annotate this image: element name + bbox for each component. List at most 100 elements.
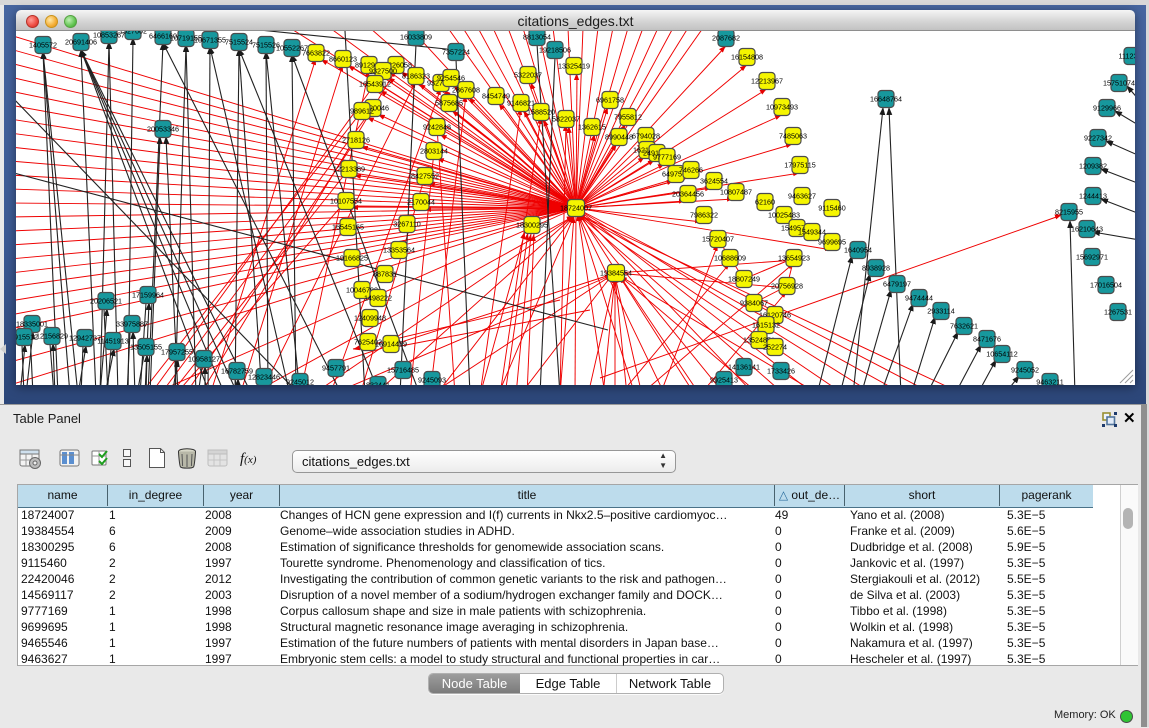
- svg-text:5822037: 5822037: [552, 114, 580, 123]
- svg-text:18300295: 18300295: [516, 220, 548, 229]
- svg-text:9245093: 9245093: [418, 375, 446, 384]
- svg-text:7485063: 7485063: [779, 131, 807, 140]
- svg-text:3915512: 3915512: [16, 332, 38, 341]
- svg-text:1527602: 1527602: [119, 31, 147, 35]
- svg-text:12213389: 12213389: [333, 164, 365, 173]
- svg-text:17159964: 17159964: [132, 290, 164, 299]
- svg-text:10107554: 10107554: [330, 196, 362, 205]
- svg-text:12156829: 12156829: [36, 331, 68, 340]
- svg-text:10973493: 10973493: [766, 102, 798, 111]
- svg-text:15692971: 15692971: [1076, 252, 1108, 261]
- svg-text:2718126: 2718126: [342, 135, 370, 144]
- svg-text:5322037: 5322037: [514, 70, 542, 79]
- svg-text:15720407: 15720407: [702, 234, 734, 243]
- svg-text:832441: 832441: [366, 380, 390, 385]
- svg-text:1112384: 1112384: [1119, 51, 1135, 60]
- svg-text:2867608: 2867608: [452, 85, 480, 94]
- svg-text:13505155: 13505155: [130, 342, 162, 351]
- svg-text:7515524: 7515524: [225, 37, 253, 46]
- svg-text:8660123: 8660123: [329, 54, 357, 63]
- svg-text:9699695: 9699695: [818, 237, 846, 246]
- svg-text:1640954: 1640954: [844, 245, 872, 254]
- svg-text:13353564: 13353564: [383, 245, 415, 254]
- svg-text:8938928: 8938928: [862, 263, 890, 272]
- svg-text:1733426: 1733426: [767, 366, 795, 375]
- svg-text:62160: 62160: [755, 197, 775, 206]
- svg-text:19384554: 19384554: [600, 268, 632, 277]
- svg-text:7955812: 7955812: [614, 112, 642, 121]
- svg-text:10958127: 10958127: [188, 354, 220, 363]
- svg-text:f(x): f(x): [240, 451, 257, 467]
- svg-text:5875685: 5875685: [435, 98, 463, 107]
- svg-text:20206521: 20206521: [90, 296, 122, 305]
- svg-text:10671355: 10671355: [194, 35, 226, 44]
- svg-text:1549344: 1549344: [798, 227, 826, 236]
- svg-text:17016504: 17016504: [1090, 280, 1122, 289]
- svg-text:9245052: 9245052: [1011, 365, 1039, 374]
- svg-text:7663822: 7663822: [302, 48, 330, 57]
- svg-text:1362615: 1362615: [578, 122, 606, 131]
- svg-text:15716485: 15716485: [387, 365, 419, 374]
- svg-text:7986322: 7986322: [690, 210, 718, 219]
- svg-text:9129966: 9129966: [1093, 103, 1121, 112]
- svg-text:887831: 887831: [373, 269, 397, 278]
- svg-text:16033809: 16033809: [400, 32, 432, 41]
- svg-text:9457791: 9457791: [322, 363, 350, 372]
- svg-text:20756928: 20756928: [771, 281, 803, 290]
- svg-text:3624554: 3624554: [700, 176, 728, 185]
- svg-text:16210643: 16210643: [1071, 224, 1103, 233]
- svg-text:8454749: 8454749: [482, 91, 510, 100]
- svg-text:12409948: 12409948: [354, 313, 386, 322]
- svg-text:12823446: 12823446: [248, 372, 280, 381]
- svg-text:9463211: 9463211: [1036, 377, 1063, 385]
- svg-text:11451913: 11451913: [97, 336, 128, 345]
- svg-text:16545165: 16545165: [332, 222, 364, 231]
- svg-text:18335001: 18335001: [16, 319, 48, 328]
- svg-text:18807249: 18807249: [728, 274, 760, 283]
- svg-text:9384067: 9384067: [740, 298, 768, 307]
- svg-text:2170044: 2170044: [407, 197, 435, 206]
- svg-text:9245012: 9245012: [286, 377, 314, 385]
- svg-text:1209382: 1209382: [1079, 161, 1107, 170]
- svg-text:1615132: 1615132: [752, 320, 780, 329]
- svg-text:8186323: 8186323: [402, 71, 430, 80]
- svg-text:10654112: 10654112: [986, 349, 1017, 358]
- svg-text:1244413: 1244413: [1079, 191, 1107, 200]
- svg-text:9777169: 9777169: [653, 152, 681, 161]
- svg-text:20053346: 20053346: [147, 124, 179, 133]
- svg-text:1405572: 1405572: [29, 40, 57, 49]
- svg-text:19166825: 19166825: [336, 253, 368, 262]
- svg-text:2087682: 2087682: [712, 33, 740, 42]
- svg-text:10688609: 10688609: [714, 253, 746, 262]
- svg-text:10807487: 10807487: [720, 187, 752, 196]
- svg-text:8471676: 8471676: [973, 334, 1001, 343]
- svg-text:19218506: 19218506: [539, 45, 571, 54]
- svg-text:33975887: 33975887: [116, 319, 148, 328]
- svg-text:746266: 746266: [679, 165, 703, 174]
- svg-text:989612: 989612: [350, 106, 374, 115]
- svg-text:1588520: 1588520: [527, 107, 555, 116]
- svg-text:9227342: 9227342: [1084, 133, 1112, 142]
- svg-text:12213967: 12213967: [751, 76, 783, 85]
- svg-text:2803144: 2803144: [420, 146, 448, 155]
- svg-text:9146821: 9146821: [507, 98, 535, 107]
- svg-text:7357224: 7357224: [442, 47, 470, 56]
- svg-text:16154808: 16154808: [731, 52, 763, 61]
- svg-text:16543912: 16543912: [359, 79, 391, 88]
- svg-text:14136141: 14136141: [728, 362, 760, 371]
- svg-text:3267110: 3267110: [393, 219, 420, 228]
- svg-text:16914479: 16914479: [375, 339, 407, 348]
- svg-text:6794028: 6794028: [632, 131, 660, 140]
- svg-text:13325419: 13325419: [558, 61, 590, 70]
- svg-text:10025483: 10025483: [768, 210, 800, 219]
- svg-text:9242848: 9242848: [423, 122, 451, 131]
- svg-text:13654923: 13654923: [778, 253, 810, 262]
- svg-text:1267531: 1267531: [1104, 307, 1132, 316]
- svg-text:9463627: 9463627: [788, 191, 816, 200]
- svg-text:15751074: 15751074: [1103, 78, 1135, 87]
- svg-text:12942737: 12942737: [69, 333, 101, 342]
- svg-text:17975115: 17975115: [784, 160, 815, 169]
- svg-text:8990448: 8990448: [605, 132, 633, 141]
- svg-text:252274: 252274: [763, 342, 787, 351]
- svg-text:9474444: 9474444: [905, 293, 933, 302]
